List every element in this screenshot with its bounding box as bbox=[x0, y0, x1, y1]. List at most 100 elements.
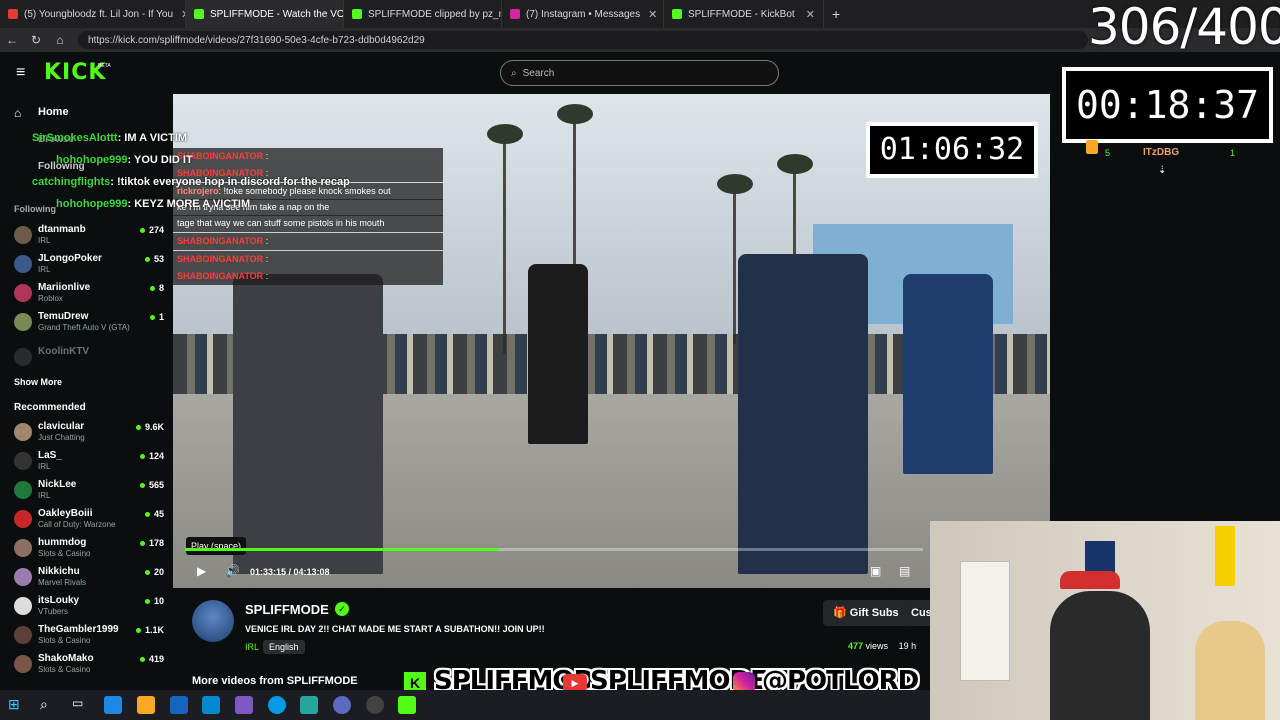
avatar bbox=[14, 568, 32, 586]
app-icon[interactable] bbox=[300, 696, 318, 714]
browser-tab[interactable]: SPLIFFMODE - KickBot ✕ bbox=[664, 0, 824, 28]
theater-icon[interactable]: ▤ bbox=[899, 564, 910, 578]
avatar bbox=[14, 597, 32, 615]
viewer-count: 565 bbox=[139, 480, 164, 490]
progress-bar[interactable] bbox=[185, 548, 923, 551]
channel-category: IRL bbox=[38, 491, 51, 500]
sidebar-channel[interactable]: NickLee IRL 565 bbox=[14, 479, 164, 505]
channel-category: Call of Duty: Warzone bbox=[38, 520, 116, 529]
search-icon: ⌕ bbox=[511, 67, 517, 79]
sidebar-channel[interactable]: OakleyBoiii Call of Duty: Warzone 45 bbox=[14, 508, 164, 534]
url-field[interactable]: https://kick.com/spliffmode/videos/27f31… bbox=[78, 31, 1088, 49]
person bbox=[233, 274, 383, 574]
category-link[interactable]: IRL bbox=[245, 642, 259, 652]
sidebar-channel[interactable]: dtanmanb IRL 274 bbox=[14, 224, 164, 250]
sidebar-item-label: Home bbox=[38, 106, 69, 118]
avatar bbox=[14, 626, 32, 644]
search-input[interactable]: ⌕ Search bbox=[500, 60, 779, 86]
obs-icon[interactable] bbox=[366, 696, 384, 714]
avatar bbox=[14, 255, 32, 273]
close-icon[interactable]: ✕ bbox=[798, 8, 815, 21]
sidebar-channel[interactable]: ShakoMako Slots & Casino 419 bbox=[14, 653, 164, 679]
avatar[interactable] bbox=[192, 600, 234, 642]
chat-message: hohohope999: YOU DID IT bbox=[56, 154, 193, 166]
edge-icon[interactable] bbox=[268, 696, 286, 714]
site-header: ≡ KICK BETA ⌕ Search bbox=[0, 52, 1060, 94]
new-tab-button[interactable]: + bbox=[824, 0, 848, 28]
channel-name: dtanmanb bbox=[38, 224, 86, 235]
sidebar-item-home[interactable]: ⌂ Home bbox=[14, 106, 164, 132]
menu-icon[interactable]: ≡ bbox=[16, 64, 25, 82]
discord-icon[interactable] bbox=[333, 696, 351, 714]
volume-icon[interactable]: 🔊 bbox=[225, 564, 240, 578]
palm-tree bbox=[557, 104, 593, 124]
video-timer-overlay: 01:06:32 bbox=[866, 122, 1038, 178]
app-icon[interactable] bbox=[235, 696, 253, 714]
channel-category: Roblox bbox=[38, 294, 63, 303]
view-count: 477 views 19 h bbox=[848, 641, 917, 651]
sidebar-channel[interactable]: TheGambler1999 Slots & Casino 1.1K bbox=[14, 624, 164, 650]
channel-category: IRL bbox=[38, 236, 51, 245]
sidebar-channel-offline[interactable]: KoolinKTV bbox=[14, 346, 164, 372]
channel-name: ShakoMako bbox=[38, 653, 94, 664]
webcam-cap bbox=[1060, 571, 1120, 589]
sidebar-channel[interactable]: itsLouky VTubers 10 bbox=[14, 595, 164, 621]
kick-icon bbox=[194, 9, 204, 19]
home-icon: ⌂ bbox=[14, 106, 22, 120]
chat-count: 1 bbox=[1230, 148, 1236, 158]
sidebar-channel[interactable]: hummdog Slots & Casino 178 bbox=[14, 537, 164, 563]
scroll-down-icon[interactable]: ⇣ bbox=[1158, 165, 1166, 176]
search-icon[interactable]: ⌕ bbox=[40, 696, 58, 714]
beta-badge: BETA bbox=[98, 63, 111, 69]
taskbar: ⊞ ⌕ ▭ bbox=[0, 690, 930, 720]
kick-icon[interactable] bbox=[398, 696, 416, 714]
windows-icon[interactable]: ⊞ bbox=[8, 696, 26, 714]
player-controls: ▶ 🔊 01:33:15 / 04:13:08 ▣ ▤ bbox=[173, 560, 1050, 584]
inset-chat-row: tage that way we can stuff some pistols … bbox=[173, 215, 443, 232]
browser-tab-active[interactable]: SPLIFFMODE - Watch the VOD on ✕ bbox=[186, 0, 344, 28]
play-icon[interactable]: ▶ bbox=[197, 564, 206, 578]
reload-icon[interactable]: ↻ bbox=[24, 33, 48, 47]
show-more-link[interactable]: Show More bbox=[14, 377, 62, 387]
viewer-count: 20 bbox=[144, 567, 164, 577]
viewer-count: 178 bbox=[139, 538, 164, 548]
close-icon[interactable]: ✕ bbox=[640, 8, 657, 21]
close-icon[interactable]: ✕ bbox=[173, 8, 185, 21]
viewer-count: 274 bbox=[139, 225, 164, 235]
chat-username[interactable]: ITzDBG bbox=[1143, 147, 1179, 158]
stream-timer-overlay: 00:18:37 bbox=[1062, 67, 1273, 143]
sidebar-channel[interactable]: LaS_ IRL 124 bbox=[14, 450, 164, 476]
mail-icon[interactable] bbox=[170, 696, 188, 714]
avatar bbox=[14, 539, 32, 557]
back-icon[interactable]: ← bbox=[0, 33, 24, 47]
kick-icon bbox=[352, 9, 362, 19]
task-view-icon[interactable]: ▭ bbox=[72, 696, 90, 714]
pip-icon[interactable]: ▣ bbox=[870, 564, 881, 578]
store-icon[interactable] bbox=[202, 696, 220, 714]
chat-panel bbox=[1050, 94, 1280, 521]
viewer-count: 45 bbox=[144, 509, 164, 519]
play-tooltip: Play (space) bbox=[186, 537, 247, 555]
stream-title: VENICE IRL DAY 2!! CHAT MADE ME START A … bbox=[245, 624, 545, 634]
avatar bbox=[14, 313, 32, 331]
browser-tab[interactable]: (7) Instagram • Messages ✕ bbox=[502, 0, 664, 28]
folder-icon[interactable] bbox=[137, 696, 155, 714]
sidebar-channel[interactable]: JLongoPoker IRL 53 bbox=[14, 253, 164, 279]
sidebar-channel[interactable]: clavicular Just Chatting 9.6K bbox=[14, 421, 164, 447]
sidebar-channel[interactable]: TemuDrew Grand Theft Auto V (GTA) 1 bbox=[14, 311, 164, 337]
channel-name: Mariionlive bbox=[38, 282, 91, 293]
gift-subs-button[interactable]: 🎁 Gift Subs bbox=[823, 600, 909, 626]
browser-tab[interactable]: SPLIFFMODE clipped by pz_makin ✕ bbox=[344, 0, 502, 28]
progress-fill bbox=[185, 548, 500, 551]
home-icon[interactable]: ⌂ bbox=[48, 33, 72, 47]
browser-tab[interactable]: (5) Youngbloodz ft. Lil Jon - If You ✕ bbox=[0, 0, 186, 28]
avatar bbox=[14, 481, 32, 499]
sidebar-channel[interactable]: Nikkichu Marvel Rivals 20 bbox=[14, 566, 164, 592]
sidebar-channel[interactable]: Mariionlive Roblox 8 bbox=[14, 282, 164, 308]
language-tag[interactable]: English bbox=[263, 640, 305, 654]
channel-name[interactable]: SPLIFFMODE bbox=[245, 602, 329, 617]
app-icon[interactable] bbox=[104, 696, 122, 714]
viewer-count: 1.1K bbox=[135, 625, 164, 635]
video-timer: 01:06:32 bbox=[870, 126, 1034, 174]
webcam-banner bbox=[1215, 526, 1235, 586]
